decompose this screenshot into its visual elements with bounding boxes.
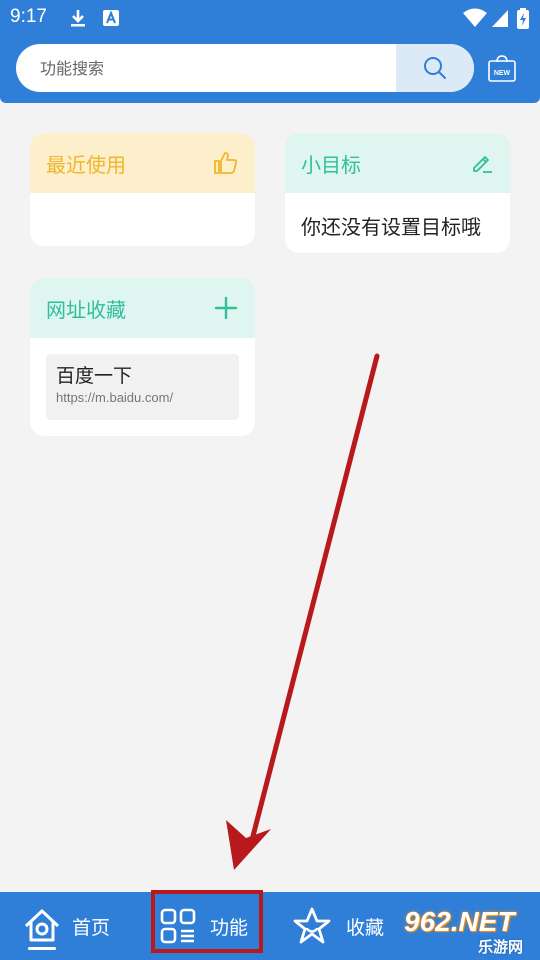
bookmark-item[interactable]: 百度一下 https://m.baidu.com/ (46, 354, 239, 420)
recent-used-card[interactable]: 最近使用 (30, 133, 255, 246)
new-badge-text: NEW (494, 70, 511, 77)
bookmark-title: 百度一下 (56, 365, 133, 387)
bookmarks-title: 网址收藏 (46, 297, 126, 322)
wifi-icon (463, 8, 487, 27)
add-bookmark-icon[interactable] (213, 295, 239, 321)
new-features-button[interactable]: NEW (487, 53, 517, 83)
new-bag-icon: NEW (488, 55, 516, 82)
battery-icon (517, 8, 529, 29)
search-button[interactable] (396, 44, 474, 92)
tab-highlight-box (151, 890, 263, 953)
edit-pencil-icon[interactable] (470, 151, 494, 175)
goal-header: 小目标 (285, 133, 510, 193)
watermark-sub: 乐游网 (478, 938, 524, 956)
status-bar: 9:17 (0, 0, 540, 36)
search-bar[interactable] (16, 44, 474, 92)
download-icon (71, 10, 85, 27)
tab-favorites[interactable]: 收藏 (292, 892, 384, 960)
goal-title: 小目标 (301, 152, 361, 177)
home-icon (24, 909, 60, 942)
site-watermark-logo: 962.NET 乐游网 (398, 906, 536, 956)
bookmarks-header: 网址收藏 (30, 278, 255, 338)
active-tab-indicator (28, 947, 56, 950)
search-input[interactable] (40, 44, 400, 92)
recent-used-title: 最近使用 (46, 152, 126, 177)
accessibility-app-icon (103, 10, 119, 26)
app-header: 9:17 功能搜索 NEW (0, 0, 540, 103)
star-icon (293, 907, 331, 944)
signal-icon (492, 10, 508, 27)
tab-favorites-label: 收藏 (346, 916, 385, 939)
search-icon (424, 57, 446, 79)
watermark-main: 962.NET (404, 906, 515, 937)
tab-home-label: 首页 (72, 916, 111, 939)
bookmark-url: https://m.baidu.com/ (56, 390, 174, 405)
recent-used-header: 最近使用 (30, 133, 255, 193)
thumbs-up-icon (214, 152, 238, 174)
goal-card[interactable]: 小目标 你还没有设置目标哦 (285, 133, 510, 253)
bookmarks-card: 网址收藏 百度一下 https://m.baidu.com/ (30, 278, 255, 436)
status-time: 9:17 (10, 6, 47, 27)
goal-empty-text: 你还没有设置目标哦 (301, 215, 481, 239)
